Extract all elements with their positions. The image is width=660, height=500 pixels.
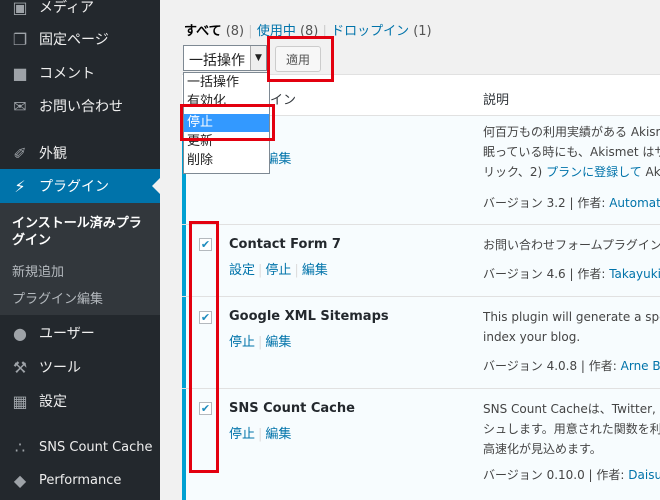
mail-icon: ✉ [13, 96, 27, 116]
plugin-name: Contact Form 7 [229, 237, 341, 252]
filter-all[interactable]: すべて [184, 24, 222, 39]
plugin-version: バージョン 4.0.8 | 作者: Arne Brachhold [483, 357, 660, 374]
filter-separator: | [248, 24, 253, 39]
menu-plugins[interactable]: ⚡ プラグイン [0, 169, 160, 203]
share-icon: ∴ [14, 437, 26, 457]
option-delete[interactable]: 削除 [184, 152, 269, 170]
plugin-name: SNS Count Cache [229, 401, 355, 416]
submenu-add-new[interactable]: 新規追加 [12, 261, 64, 280]
user-icon: ● [13, 323, 27, 343]
filter-dropins[interactable]: ドロップイン [331, 24, 409, 39]
plugin-description: SNS Count Cacheは、Twitter, F シュします。用意された関… [483, 402, 660, 456]
deactivate-link[interactable]: 停止 [229, 427, 255, 442]
plugin-icon: ⚡ [14, 176, 26, 196]
author-link[interactable]: Daisuke Maruyama [628, 468, 660, 482]
row-actions: 停止|編集 [229, 335, 292, 350]
apply-highlight-box [267, 36, 334, 82]
menu-label: SNS Count Cache [39, 439, 153, 455]
plugin-description: お問い合わせフォームプラグイン。 [483, 238, 660, 252]
menu-label: Performance [39, 472, 122, 488]
row-actions: 設定 | 停止 | 編集 [229, 263, 328, 278]
filter-dropins-count: (1) [413, 24, 432, 39]
current-menu-arrow [152, 178, 160, 194]
menu-label: 外観 [39, 146, 67, 162]
filter-all-count: (8) [225, 24, 245, 39]
bulk-action-select[interactable]: 一括操作 ▼ [183, 45, 267, 71]
menu-label: ツール [39, 360, 81, 376]
deactivate-link[interactable]: 停止 [229, 335, 255, 350]
active-row-indicator [182, 297, 186, 388]
plugins-submenu: インストール済みプラグイン 新規追加 プラグイン編集 [0, 203, 160, 315]
settings-link[interactable]: 設定 [229, 263, 255, 278]
admin-sidebar: ▣ メディア ❐ 固定ページ ■ コメント ✉ お問い合わせ ✐ 外観 ⚡ プラ… [0, 0, 160, 500]
menu-label: 設定 [39, 394, 67, 410]
menu-label: ユーザー [39, 326, 95, 342]
submenu-installed-plugins[interactable]: インストール済みプラグイン [12, 215, 152, 249]
plugin-description: This plugin will generate a special inde… [483, 310, 660, 344]
column-header-description: 説明 [483, 93, 510, 108]
row-actions: 停止|編集 [229, 427, 292, 442]
author-link[interactable]: Arne Brachhold [621, 359, 660, 373]
menu-contact[interactable]: ✉ お問い合わせ [0, 89, 160, 123]
active-row-indicator [182, 225, 186, 296]
menu-settings[interactable]: ▦ 設定 [0, 384, 160, 418]
menu-label: 固定ページ [39, 32, 109, 48]
option-bulk-actions[interactable]: 一括操作 [184, 74, 269, 92]
wrench-icon: ⚒ [12, 357, 28, 377]
menu-appearance[interactable]: ✐ 外観 [0, 136, 160, 170]
bulk-action-value: 一括操作 [189, 53, 245, 69]
performance-icon: ◆ [13, 470, 27, 490]
deactivate-highlight-box [180, 104, 275, 141]
menu-label: プラグイン [39, 179, 109, 195]
menu-pages[interactable]: ❐ 固定ページ [0, 22, 160, 56]
menu-users[interactable]: ● ユーザー [0, 316, 160, 350]
plugin-name: Google XML Sitemaps [229, 309, 389, 324]
edit-link[interactable]: 編集 [265, 427, 291, 442]
checkbox-highlight-box [189, 221, 219, 473]
menu-performance[interactable]: ◆ Performance [0, 463, 160, 497]
page-icon: ❐ [12, 29, 28, 49]
plugin-version: バージョン 3.2 | 作者: Automattic [483, 194, 660, 211]
plugin-version: バージョン 4.6 | 作者: Takayuki Miyoshi [483, 265, 660, 282]
menu-label: メディア [39, 0, 95, 16]
menu-comments[interactable]: ■ コメント [0, 56, 160, 90]
active-row-indicator [182, 389, 186, 500]
edit-link[interactable]: 編集 [302, 263, 328, 278]
settings-icon: ▦ [12, 391, 28, 411]
deactivate-link[interactable]: 停止 [265, 263, 291, 278]
comment-icon: ■ [12, 63, 28, 83]
menu-label: コメント [39, 66, 95, 82]
appearance-icon: ✐ [13, 143, 27, 163]
menu-sns-count-cache[interactable]: ∴ SNS Count Cache [0, 430, 160, 464]
plan-signup-link[interactable]: プランに登録して [546, 165, 642, 179]
plugin-version: バージョン 0.10.0 | 作者: Daisuke Maruyama [483, 466, 660, 483]
media-icon: ▣ [12, 0, 28, 17]
dropdown-arrow-icon[interactable]: ▼ [250, 46, 266, 70]
menu-media[interactable]: ▣ メディア [0, 0, 160, 24]
author-link[interactable]: Automattic [609, 196, 660, 210]
plugin-description: 何百万もの利用実績がある Akismet 眠っている時にも、Akismet はサ… [483, 125, 660, 179]
edit-link[interactable]: 編集 [265, 335, 291, 350]
submenu-plugin-editor[interactable]: プラグイン編集 [12, 288, 103, 307]
author-link[interactable]: Takayuki Miyoshi [609, 267, 660, 281]
menu-tools[interactable]: ⚒ ツール [0, 350, 160, 384]
menu-label: お問い合わせ [39, 99, 123, 115]
